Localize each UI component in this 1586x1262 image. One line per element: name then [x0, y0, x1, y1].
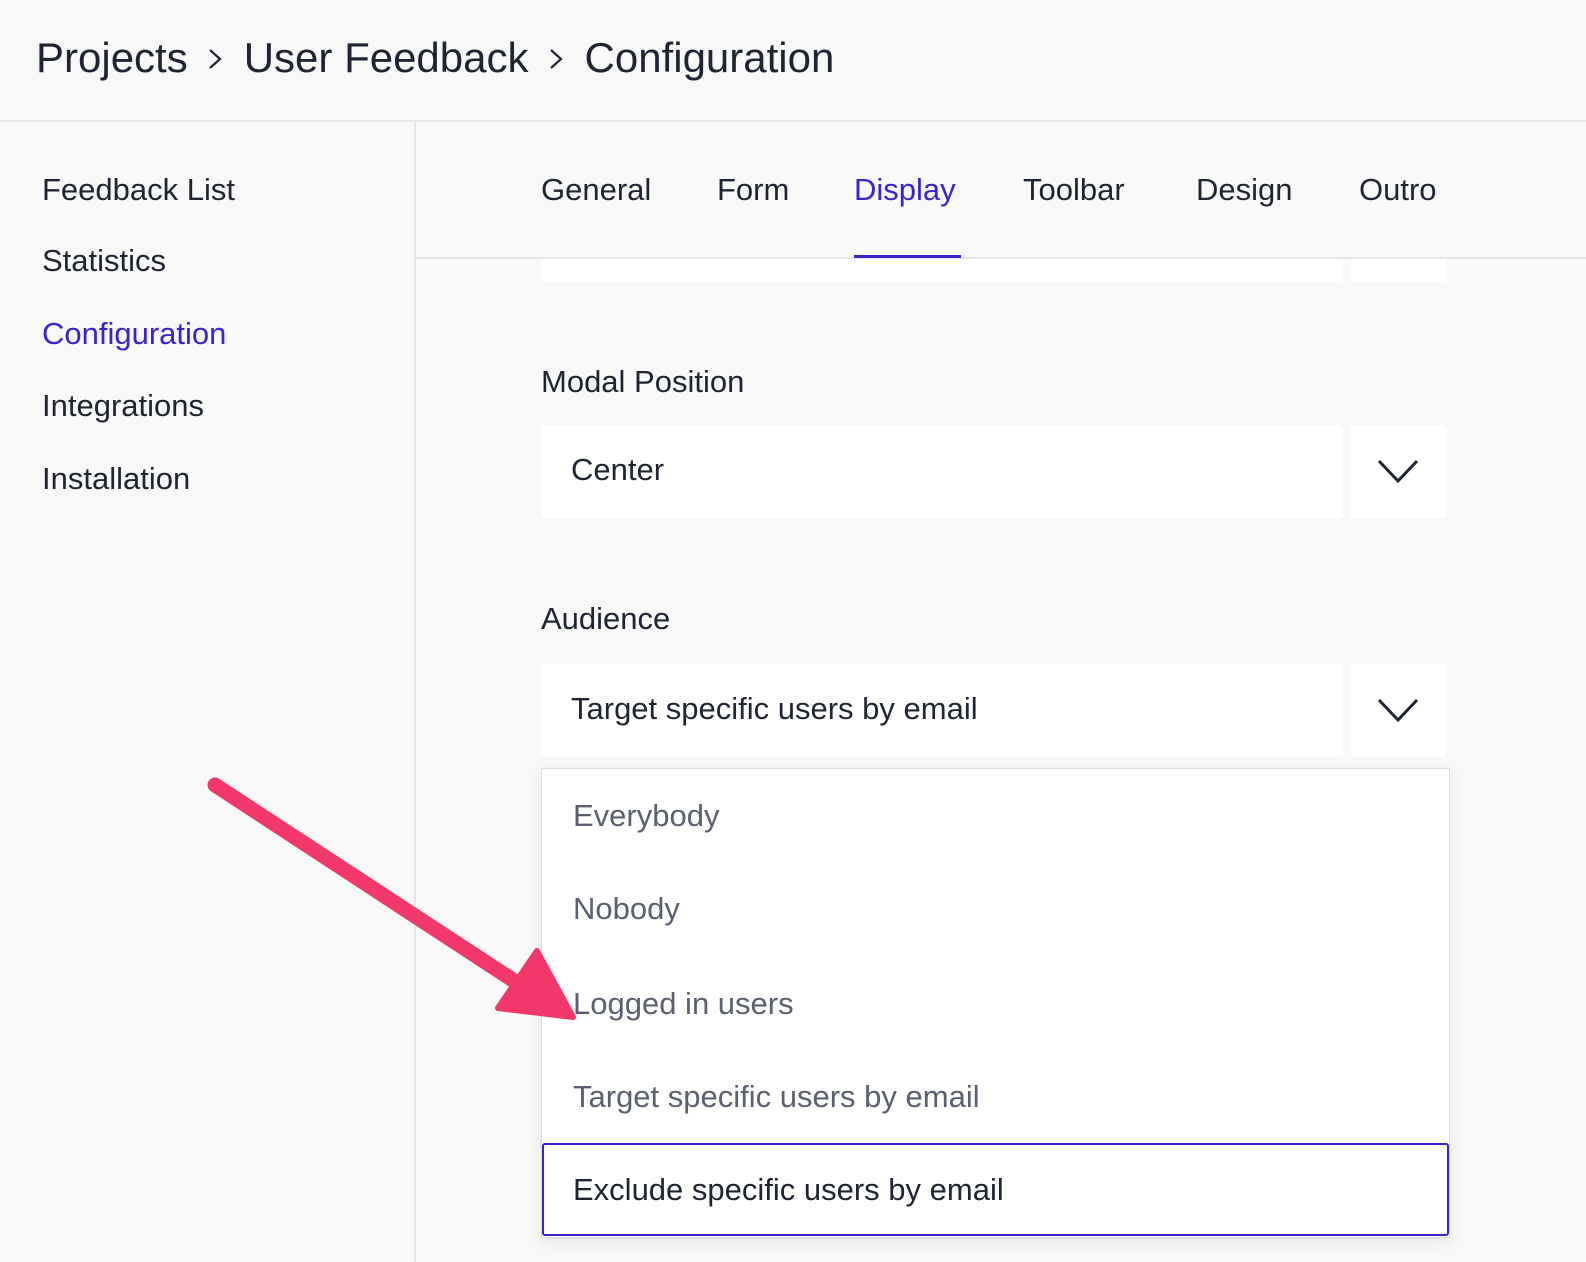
- chevron-right-icon: [188, 37, 244, 79]
- option-label: Nobody: [573, 891, 680, 926]
- sidebar-item-feedback-list[interactable]: Feedback List: [42, 172, 235, 208]
- page-header: Projects User Feedback Configuration: [0, 0, 1586, 122]
- tab-bar: General Form Display Toolbar Design Outr…: [416, 122, 1586, 259]
- tab-display[interactable]: Display: [854, 172, 956, 208]
- modal-position-dropdown-toggle[interactable]: [1351, 425, 1446, 518]
- breadcrumb-user-feedback[interactable]: User Feedback: [244, 34, 529, 82]
- audience-option-exclude-specific-users[interactable]: Exclude specific users by email: [542, 1143, 1449, 1236]
- tab-toolbar[interactable]: Toolbar: [1023, 172, 1125, 208]
- audience-dropdown-menu: Everybody Nobody Logged in users Target …: [541, 768, 1450, 1238]
- modal-position-label: Modal Position: [541, 364, 745, 399]
- sidebar-item-configuration[interactable]: Configuration: [42, 316, 226, 352]
- tab-design[interactable]: Design: [1196, 172, 1293, 208]
- option-label: Everybody: [573, 798, 720, 833]
- audience-option-logged-in-users[interactable]: Logged in users: [542, 957, 1449, 1050]
- option-label: Target specific users by email: [573, 1079, 980, 1114]
- sidebar: Feedback List Statistics Configuration I…: [0, 122, 416, 1262]
- audience-option-target-specific-users[interactable]: Target specific users by email: [542, 1050, 1449, 1143]
- audience-option-everybody[interactable]: Everybody: [542, 769, 1449, 862]
- breadcrumb-configuration: Configuration: [584, 34, 835, 81]
- previous-field-toggle[interactable]: [1351, 259, 1446, 281]
- active-tab-indicator: [854, 255, 961, 258]
- chevron-down-icon: [1377, 698, 1419, 723]
- sidebar-item-statistics[interactable]: Statistics: [42, 243, 166, 279]
- chevron-right-icon: [529, 37, 585, 79]
- tab-outro[interactable]: Outro: [1359, 172, 1437, 208]
- modal-position-value: Center: [571, 452, 665, 487]
- breadcrumb-projects[interactable]: Projects: [36, 34, 188, 82]
- modal-position-select[interactable]: Center: [541, 425, 1343, 518]
- audience-select[interactable]: Target specific users by email: [541, 664, 1343, 757]
- audience-option-nobody[interactable]: Nobody: [542, 862, 1449, 955]
- sidebar-item-integrations[interactable]: Integrations: [42, 388, 204, 424]
- audience-value: Target specific users by email: [571, 691, 978, 726]
- chevron-down-icon: [1377, 459, 1419, 484]
- previous-field-input[interactable]: [541, 259, 1343, 281]
- tab-form[interactable]: Form: [717, 172, 789, 208]
- breadcrumb: Projects User Feedback Configuration: [36, 34, 834, 82]
- audience-dropdown-toggle[interactable]: [1351, 664, 1446, 757]
- option-label: Logged in users: [573, 986, 794, 1021]
- tab-general[interactable]: General: [541, 172, 651, 208]
- sidebar-item-installation[interactable]: Installation: [42, 461, 190, 497]
- audience-label: Audience: [541, 601, 671, 636]
- option-label: Exclude specific users by email: [573, 1172, 1004, 1207]
